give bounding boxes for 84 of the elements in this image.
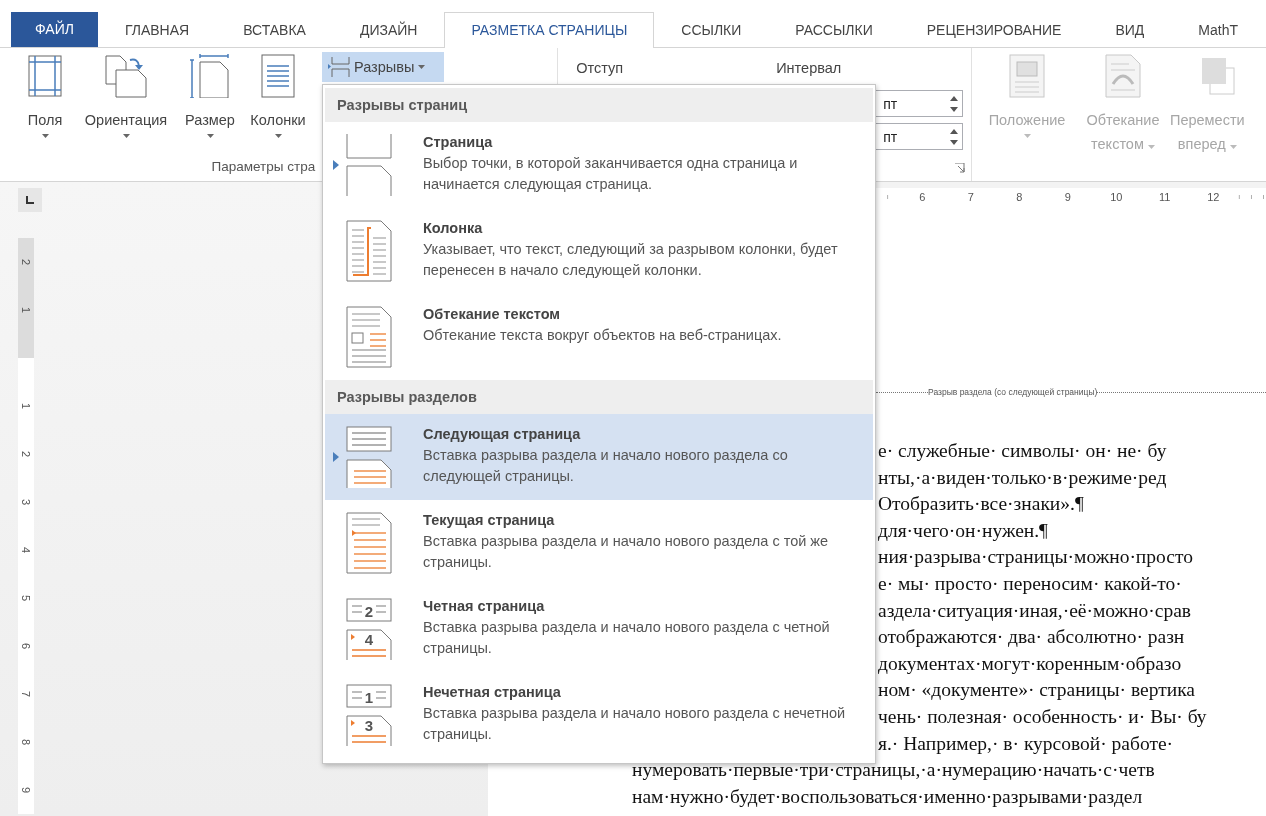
- continuous-section-icon: [346, 512, 392, 574]
- ruler-number: 10: [1108, 191, 1125, 203]
- text-wrap-icon: [1105, 54, 1141, 98]
- caret-icon: [1229, 145, 1237, 149]
- document-text-line: нты,·а·виден·только·в·режиме·ред: [878, 466, 1167, 488]
- dialog-launcher-icon[interactable]: [955, 163, 965, 173]
- breaks-button[interactable]: Разрывы: [322, 52, 444, 82]
- caret-icon: [1023, 134, 1031, 138]
- ruler-number: 1: [20, 306, 32, 314]
- document-text-line: документах·могут·коренным·образо: [878, 652, 1182, 674]
- document-text-line: Отобразить·все·знаки».¶: [878, 493, 1084, 515]
- indent-label: Отступ: [576, 60, 624, 76]
- ruler-number: 11: [1157, 191, 1173, 203]
- menu-item[interactable]: Текущая страница Вставка разрыва раздела и начало нового раздела с той же страницы.: [325, 500, 873, 586]
- ribbon-tab[interactable]: MathT: [1171, 12, 1265, 47]
- ruler-number: 2: [20, 258, 32, 266]
- margins-button[interactable]: Поля: [16, 48, 74, 154]
- ribbon-tab[interactable]: ДИЗАЙН: [332, 12, 445, 47]
- ruler-number: 12: [1205, 191, 1222, 203]
- ruler-number: 8: [1014, 191, 1025, 203]
- ruler-number: 2: [20, 450, 32, 458]
- document-text-line: отображаются· два· абсолютно· разн: [878, 626, 1185, 648]
- pages-arrow-icon: [104, 54, 148, 98]
- ruler-number: 1: [20, 402, 32, 410]
- document-text-line: для·чего·он·нужен.¶: [878, 519, 1048, 541]
- orientation-button[interactable]: Ориентация: [74, 48, 178, 154]
- caret-icon: [274, 134, 282, 138]
- document-text-line: нумеровать·первые·три·страницы,·а·нумерацию·начать·с·четв: [632, 759, 1155, 781]
- page-size-icon: [190, 54, 230, 98]
- page-columns-icon: [261, 54, 295, 98]
- ruler-number: 6: [20, 642, 32, 650]
- menu-section-heading: Разрывы страниц: [325, 88, 873, 122]
- ruler-number: 9: [1062, 191, 1073, 203]
- menu-item[interactable]: 1 3 Нечетная страница Вставка разрыва раздела и начало нового раздела с нечетной страницы.: [325, 672, 873, 758]
- ruler-number: 3: [20, 498, 32, 506]
- ruler-number: 7: [20, 690, 32, 698]
- document-text-line: ном· «документе»· страницы· вертика: [878, 679, 1195, 701]
- page-break-icon: [328, 57, 350, 77]
- ribbon-tab[interactable]: ВСТАВКА: [216, 12, 333, 47]
- ribbon-tab[interactable]: ГЛАВНАЯ: [97, 12, 217, 47]
- page-margins-icon: [28, 54, 62, 98]
- ribbon-tab[interactable]: РЕЦЕНЗИРОВАНИЕ: [899, 12, 1089, 47]
- tab-stop-icon: [26, 196, 34, 204]
- caret-icon: [122, 134, 130, 138]
- document-text-line: чень· полезная· особенность· и· Вы· бу: [878, 705, 1207, 727]
- document-text-line: нам·нужно·будет·воспользоваться·именно·разрывами·раздел: [632, 785, 1143, 807]
- spin-arrows-icon: [950, 127, 959, 146]
- column-break-icon: [346, 220, 392, 282]
- ruler-number: 9: [20, 786, 32, 794]
- picture-page-icon: [1009, 54, 1045, 98]
- section-break-label: Разрыв раздела (со следующей страницы): [928, 387, 1098, 397]
- ruler-number: 5: [20, 594, 32, 602]
- menu-item[interactable]: 2 4 Четная страница Вставка разрыва раздела и начало нового раздела с четной страницы.: [325, 586, 873, 672]
- next-page-section-icon: [346, 426, 392, 488]
- ruler-number: 7: [965, 191, 976, 203]
- document-text-line: е· мы· просто· переносим· какой-то·: [878, 572, 1182, 594]
- spin-arrows-icon: [950, 94, 959, 113]
- menu-item[interactable]: Следующая страница Вставка разрыва раздела и начало нового раздела со следующей страницы.: [325, 414, 873, 500]
- ribbon-tab[interactable]: РАССЫЛКИ: [768, 12, 900, 47]
- document-text-line: ния·разрыва·страницы·можно·просто: [878, 546, 1193, 568]
- size-button[interactable]: Размер: [178, 48, 242, 154]
- spacing-label: Интервал: [776, 60, 842, 76]
- caret-icon: [1147, 145, 1155, 149]
- document-text-line: я.· Например,· в· курсовой· работе·: [878, 732, 1174, 754]
- ribbon-tab[interactable]: ВИД: [1088, 12, 1172, 47]
- ribbon-tab[interactable]: РАЗМЕТКА СТРАНИЦЫ: [444, 12, 655, 48]
- text-wrap-break-icon: [346, 306, 392, 368]
- tab-stop-button[interactable]: [18, 188, 42, 212]
- ruler-number: 6: [917, 191, 928, 203]
- caret-icon: [41, 134, 49, 138]
- page-break-icon: [346, 134, 392, 196]
- document-text-line: е· служебные· символы· он· не· бу: [878, 440, 1167, 461]
- menu-section-heading: Разрывы разделов: [325, 380, 873, 414]
- columns-button[interactable]: Колонки: [242, 48, 314, 154]
- caret-icon: [418, 65, 426, 69]
- file-tab[interactable]: ФАЙЛ: [11, 12, 98, 47]
- ruler-number: 8: [20, 738, 32, 746]
- menu-item[interactable]: Колонка Указывает, что текст, следующий за разрывом колонки, будет перенесен в начало следующей колонки.: [325, 208, 873, 294]
- ribbon-tab[interactable]: ССЫЛКИ: [654, 12, 769, 47]
- group-label: Параметры стра: [211, 159, 316, 174]
- caret-icon: [206, 134, 214, 138]
- ruler-number: 4: [20, 546, 32, 554]
- menu-item[interactable]: Обтекание текстом Обтекание текста вокруг объектов на веб-страницах.: [325, 294, 873, 380]
- document-text-line: аздела·ситуация·иная,·её·можно·срав: [878, 599, 1191, 621]
